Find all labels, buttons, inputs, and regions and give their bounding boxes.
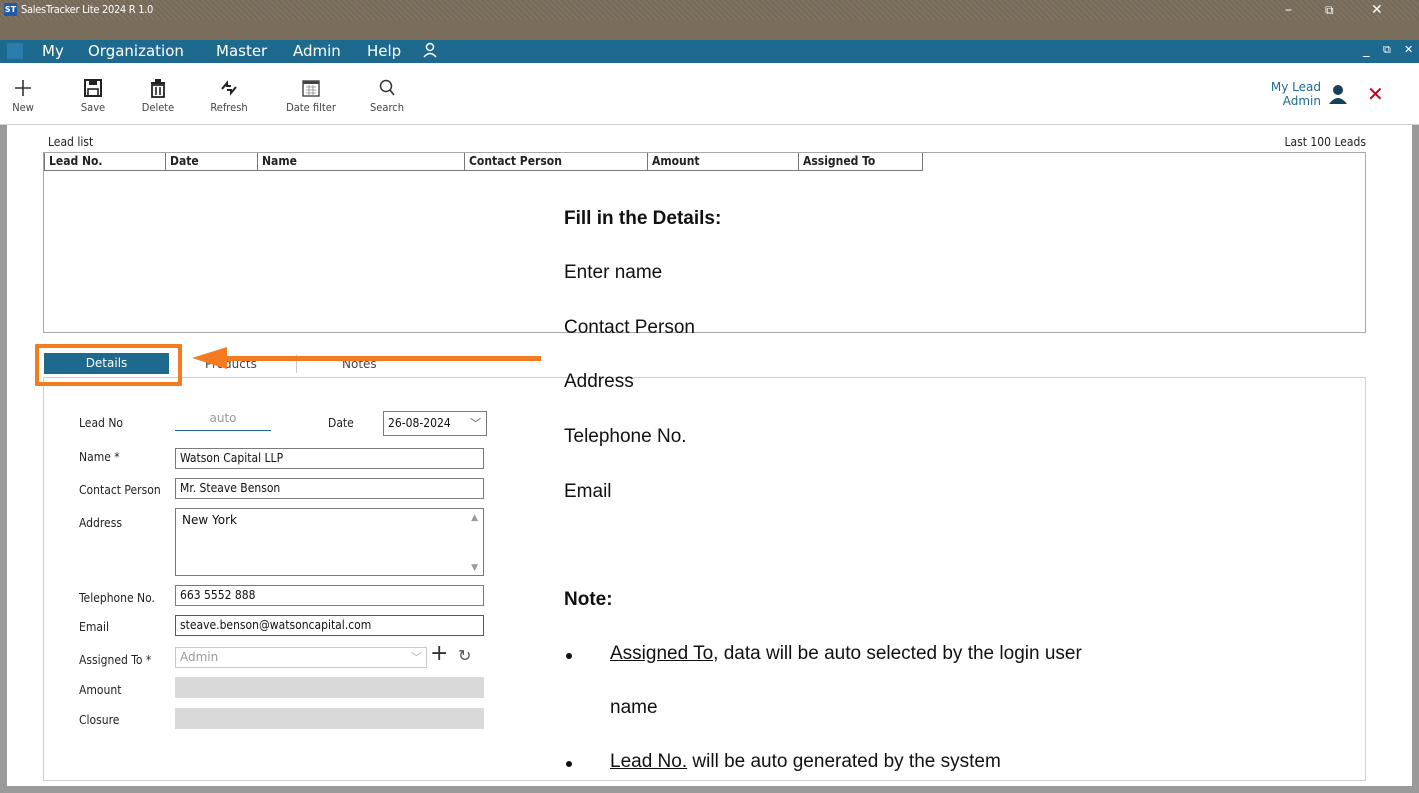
amount-field [175,677,484,698]
date-filter-button[interactable]: Date filter [281,77,341,114]
annotation-item: Address [564,371,634,392]
add-assignee-icon[interactable]: + [430,643,448,665]
search-button[interactable]: Search [365,77,409,114]
date-picker[interactable]: 26-08-2024 ﹀ [383,411,487,436]
app-icon: ST [4,3,17,16]
col-assigned-to[interactable]: Assigned To [799,153,923,171]
user-info: My Lead Admin [1265,80,1321,108]
closure-label: Closure [79,713,120,727]
trash-icon [151,79,165,98]
col-lead-no[interactable]: Lead No. [44,153,166,171]
note-2-link: Lead No. [610,751,688,772]
refresh-button[interactable]: Refresh [206,77,252,114]
col-date[interactable]: Date [166,153,258,171]
menu-bar: My Organization Master Admin Help _ ⧉ ✕ [0,40,1419,63]
search-icon [379,79,395,96]
menu-master[interactable]: Master [216,42,267,60]
title-bar: ST SalesTracker Lite 2024 R 1.0 – ⧉ ✕ [0,0,1419,20]
person-icon[interactable] [422,42,438,62]
search-label: Search [370,101,404,114]
email-input[interactable]: steave.benson@watsoncapital.com [175,615,484,636]
save-button[interactable]: Save [78,77,108,114]
note-2: Lead No. will be auto generated by the s… [610,751,1001,773]
col-contact-person[interactable]: Contact Person [465,153,648,171]
annotation-arrow-shaft [225,356,541,361]
user-line-2: Admin [1282,94,1321,108]
note-heading: Note: [564,589,613,610]
new-label: New [12,101,34,114]
address-textarea[interactable]: New York ▲ ▼ [175,508,484,576]
assigned-to-label: Assigned To * [79,653,152,667]
mdi-restore-button[interactable]: ⧉ [1383,43,1391,57]
contact-person-label: Contact Person [79,483,161,497]
delete-label: Delete [141,101,175,114]
contact-person-input[interactable]: Mr. Steave Benson [175,478,484,499]
menu-help[interactable]: Help [367,42,401,60]
scroll-up-icon[interactable]: ▲ [471,513,478,523]
menu-app-square [7,43,23,59]
refresh-label: Refresh [210,101,248,114]
user-line-1: My Lead [1270,80,1321,94]
date-value: 26-08-2024 [388,416,451,430]
address-label: Address [79,516,122,530]
mdi-close-button[interactable]: ✕ [1404,43,1413,56]
date-label: Date [328,416,354,430]
date-filter-label: Date filter [286,101,336,114]
reload-assignee-icon[interactable]: ↻ [458,646,471,665]
name-label: Name * [79,450,120,464]
lead-no-field: auto [175,411,271,431]
close-screen-icon[interactable]: ✕ [1367,84,1384,104]
menu-admin[interactable]: Admin [293,42,341,60]
telephone-input[interactable]: 663 5552 888 [175,585,484,606]
note-1-text: , data will be auto selected by the logi… [713,643,1082,664]
telephone-label: Telephone No. [79,591,155,605]
note-1-link: Assigned To [610,643,714,664]
title-bar-extension [0,20,1419,40]
delete-button[interactable]: Delete [138,77,178,114]
address-value: New York [182,513,237,527]
floppy-disk-icon [84,79,102,97]
menu-organization[interactable]: Organization [88,42,184,60]
user-icon[interactable] [1328,84,1348,107]
lead-list-grid[interactable]: Lead No. Date Name Contact Person Amount… [43,152,1366,333]
plus-icon [15,80,31,96]
chevron-down-icon[interactable]: ﹀ [411,648,422,667]
annotation-arrow-head [192,347,227,369]
assigned-to-value: Admin [180,650,219,664]
closure-field [175,708,484,729]
annotation-item: Email [564,481,612,502]
email-label: Email [79,620,109,634]
bullet [566,653,572,659]
lead-list-header: Lead No. Date Name Contact Person Amount… [44,153,923,171]
minimize-button[interactable]: – [1285,1,1292,19]
lead-no-label: Lead No [79,416,124,430]
chevron-down-icon[interactable]: ﹀ [470,415,481,431]
scroll-down-icon[interactable]: ▼ [471,563,478,573]
amount-label: Amount [79,683,122,697]
annotation-heading: Fill in the Details: [564,208,722,229]
bullet [566,761,572,767]
annotation-item: Contact Person [564,317,695,338]
save-label: Save [80,101,106,114]
col-amount[interactable]: Amount [648,153,799,171]
calendar-icon [302,80,320,97]
lead-list-count: Last 100 Leads [1284,135,1366,149]
lead-list-title: Lead list [48,135,94,149]
window-title: SalesTracker Lite 2024 R 1.0 [21,3,154,16]
menu-my[interactable]: My [42,42,64,60]
mdi-minimize-button[interactable]: _ [1363,43,1370,58]
new-button[interactable]: New [8,77,38,114]
close-window-button[interactable]: ✕ [1371,1,1383,19]
assigned-to-select[interactable]: Admin ﹀ [175,647,427,668]
name-input[interactable]: Watson Capital LLP [175,448,484,469]
restore-button[interactable]: ⧉ [1325,1,1334,19]
note-2-text: will be auto generated by the system [687,751,1001,772]
note-1-continuation: name [610,697,658,718]
annotation-item: Enter name [564,262,663,283]
annotation-item: Telephone No. [564,426,687,447]
col-name[interactable]: Name [258,153,465,171]
details-tab-highlight [35,344,182,386]
refresh-arrows-icon [221,80,237,96]
note-1: Assigned To, data will be auto selected … [610,643,1360,665]
